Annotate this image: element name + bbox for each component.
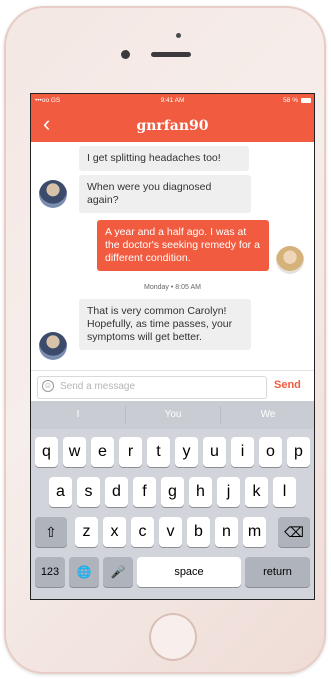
key-f[interactable]: f — [133, 477, 156, 507]
message-bubble-incoming: When were you diagnosed again? — [79, 175, 251, 213]
shift-key[interactable]: ⇧ — [35, 517, 67, 547]
key-g[interactable]: g — [161, 477, 184, 507]
key-s[interactable]: s — [77, 477, 100, 507]
message-input-placeholder: Send a message — [60, 381, 136, 392]
message-composer: ☺ Send a message Send — [31, 370, 314, 402]
key-h[interactable]: h — [189, 477, 212, 507]
suggestion-item[interactable]: You — [126, 409, 220, 420]
earpiece-speaker — [151, 52, 191, 57]
key-o[interactable]: o — [259, 437, 282, 467]
emoji-icon[interactable]: ☺ — [42, 380, 54, 392]
key-r[interactable]: r — [119, 437, 142, 467]
message-list[interactable]: I get splitting headaches too! When were… — [31, 142, 314, 370]
avatar-contact[interactable] — [39, 180, 67, 208]
suggestion-bar: I You We — [31, 401, 314, 429]
phone-screen: •••oo GS 9:41 AM 58 % ‹ gnrfan90 I get s… — [30, 93, 315, 600]
battery-percent: 58 % — [283, 97, 298, 104]
key-a[interactable]: a — [49, 477, 72, 507]
key-t[interactable]: t — [147, 437, 170, 467]
key-k[interactable]: k — [245, 477, 268, 507]
return-key[interactable]: return — [245, 557, 310, 587]
key-j[interactable]: j — [217, 477, 240, 507]
globe-icon[interactable]: 🌐 — [69, 557, 99, 587]
delete-key[interactable]: ⌫ — [278, 517, 310, 547]
status-time: 9:41 AM — [160, 97, 185, 104]
message-bubble-incoming: I get splitting headaches too! — [79, 146, 249, 171]
microphone-icon[interactable]: 🎤 — [103, 557, 133, 587]
numbers-key[interactable]: 123 — [35, 557, 65, 587]
space-key[interactable]: space — [137, 557, 241, 587]
home-button[interactable] — [149, 613, 197, 661]
key-z[interactable]: z — [75, 517, 98, 547]
message-bubble-incoming: That is very common Carolyn! Hopefully, … — [79, 299, 251, 350]
status-bar: •••oo GS 9:41 AM 58 % — [31, 94, 314, 108]
message-timestamp: Monday • 8:05 AM — [144, 284, 201, 291]
key-n[interactable]: n — [215, 517, 238, 547]
avatar-contact[interactable] — [39, 332, 67, 360]
key-v[interactable]: v — [159, 517, 182, 547]
proximity-sensor — [176, 33, 181, 38]
suggestion-item[interactable]: I — [31, 409, 125, 420]
front-camera — [121, 50, 130, 59]
key-c[interactable]: c — [131, 517, 154, 547]
key-e[interactable]: e — [91, 437, 114, 467]
message-input[interactable]: ☺ Send a message — [37, 376, 267, 399]
key-q[interactable]: q — [35, 437, 58, 467]
key-p[interactable]: p — [287, 437, 310, 467]
key-d[interactable]: d — [105, 477, 128, 507]
key-w[interactable]: w — [63, 437, 86, 467]
key-m[interactable]: m — [243, 517, 266, 547]
chat-title: gnrfan90 — [136, 118, 209, 134]
suggestion-item[interactable]: We — [221, 409, 314, 420]
key-b[interactable]: b — [187, 517, 210, 547]
key-u[interactable]: u — [203, 437, 226, 467]
key-x[interactable]: x — [103, 517, 126, 547]
keyboard: I You We q w e r t y u i o p a s d f g h… — [31, 401, 314, 599]
key-i[interactable]: i — [231, 437, 254, 467]
nav-bar: ‹ gnrfan90 — [31, 108, 314, 142]
avatar-self[interactable] — [276, 246, 304, 274]
send-button[interactable]: Send — [274, 379, 301, 391]
key-y[interactable]: y — [175, 437, 198, 467]
key-l[interactable]: l — [273, 477, 296, 507]
message-bubble-outgoing: A year and a half ago. I was at the doct… — [97, 220, 269, 271]
battery-icon — [301, 98, 311, 103]
